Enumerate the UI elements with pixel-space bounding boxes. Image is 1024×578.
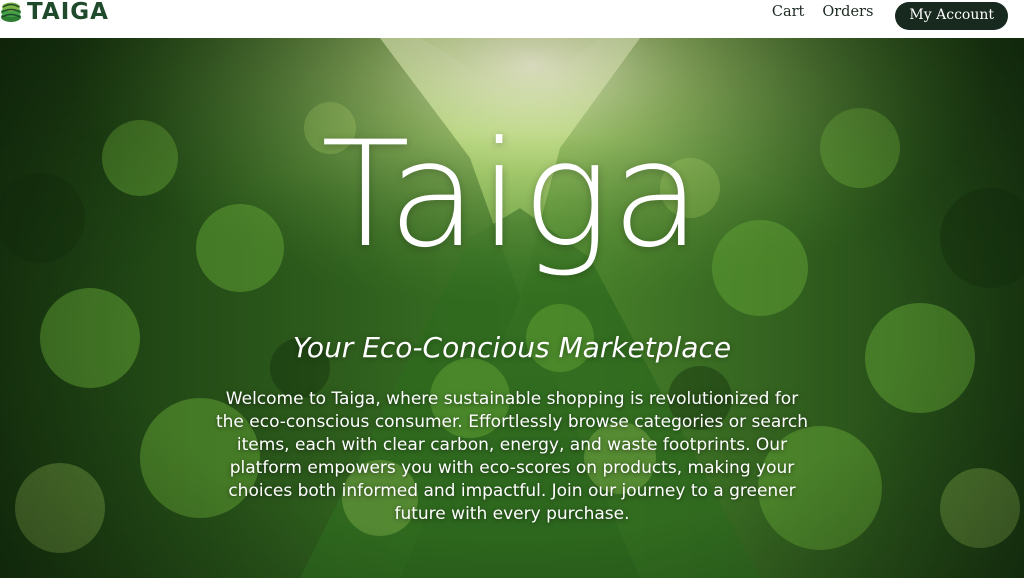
brand-logo[interactable]: TAIGA (0, 0, 109, 24)
hero-section: Taiga Your Eco-Concious Marketplace Welc… (0, 38, 1024, 578)
top-navbar: TAIGA Cart Orders My Account (0, 0, 1024, 38)
my-account-button[interactable]: My Account (895, 2, 1008, 30)
cart-link[interactable]: Cart (772, 1, 805, 23)
main-nav: Cart Orders My Account (772, 0, 1008, 30)
leaf-stack-icon (1, 2, 21, 22)
hero-description: Welcome to Taiga, where sustainable shop… (215, 389, 809, 524)
hero-subtitle: Your Eco-Concious Marketplace (292, 331, 732, 364)
hero-title: Taiga (320, 110, 704, 280)
brand-name: TAIGA (27, 0, 109, 25)
orders-link[interactable]: Orders (822, 1, 873, 23)
